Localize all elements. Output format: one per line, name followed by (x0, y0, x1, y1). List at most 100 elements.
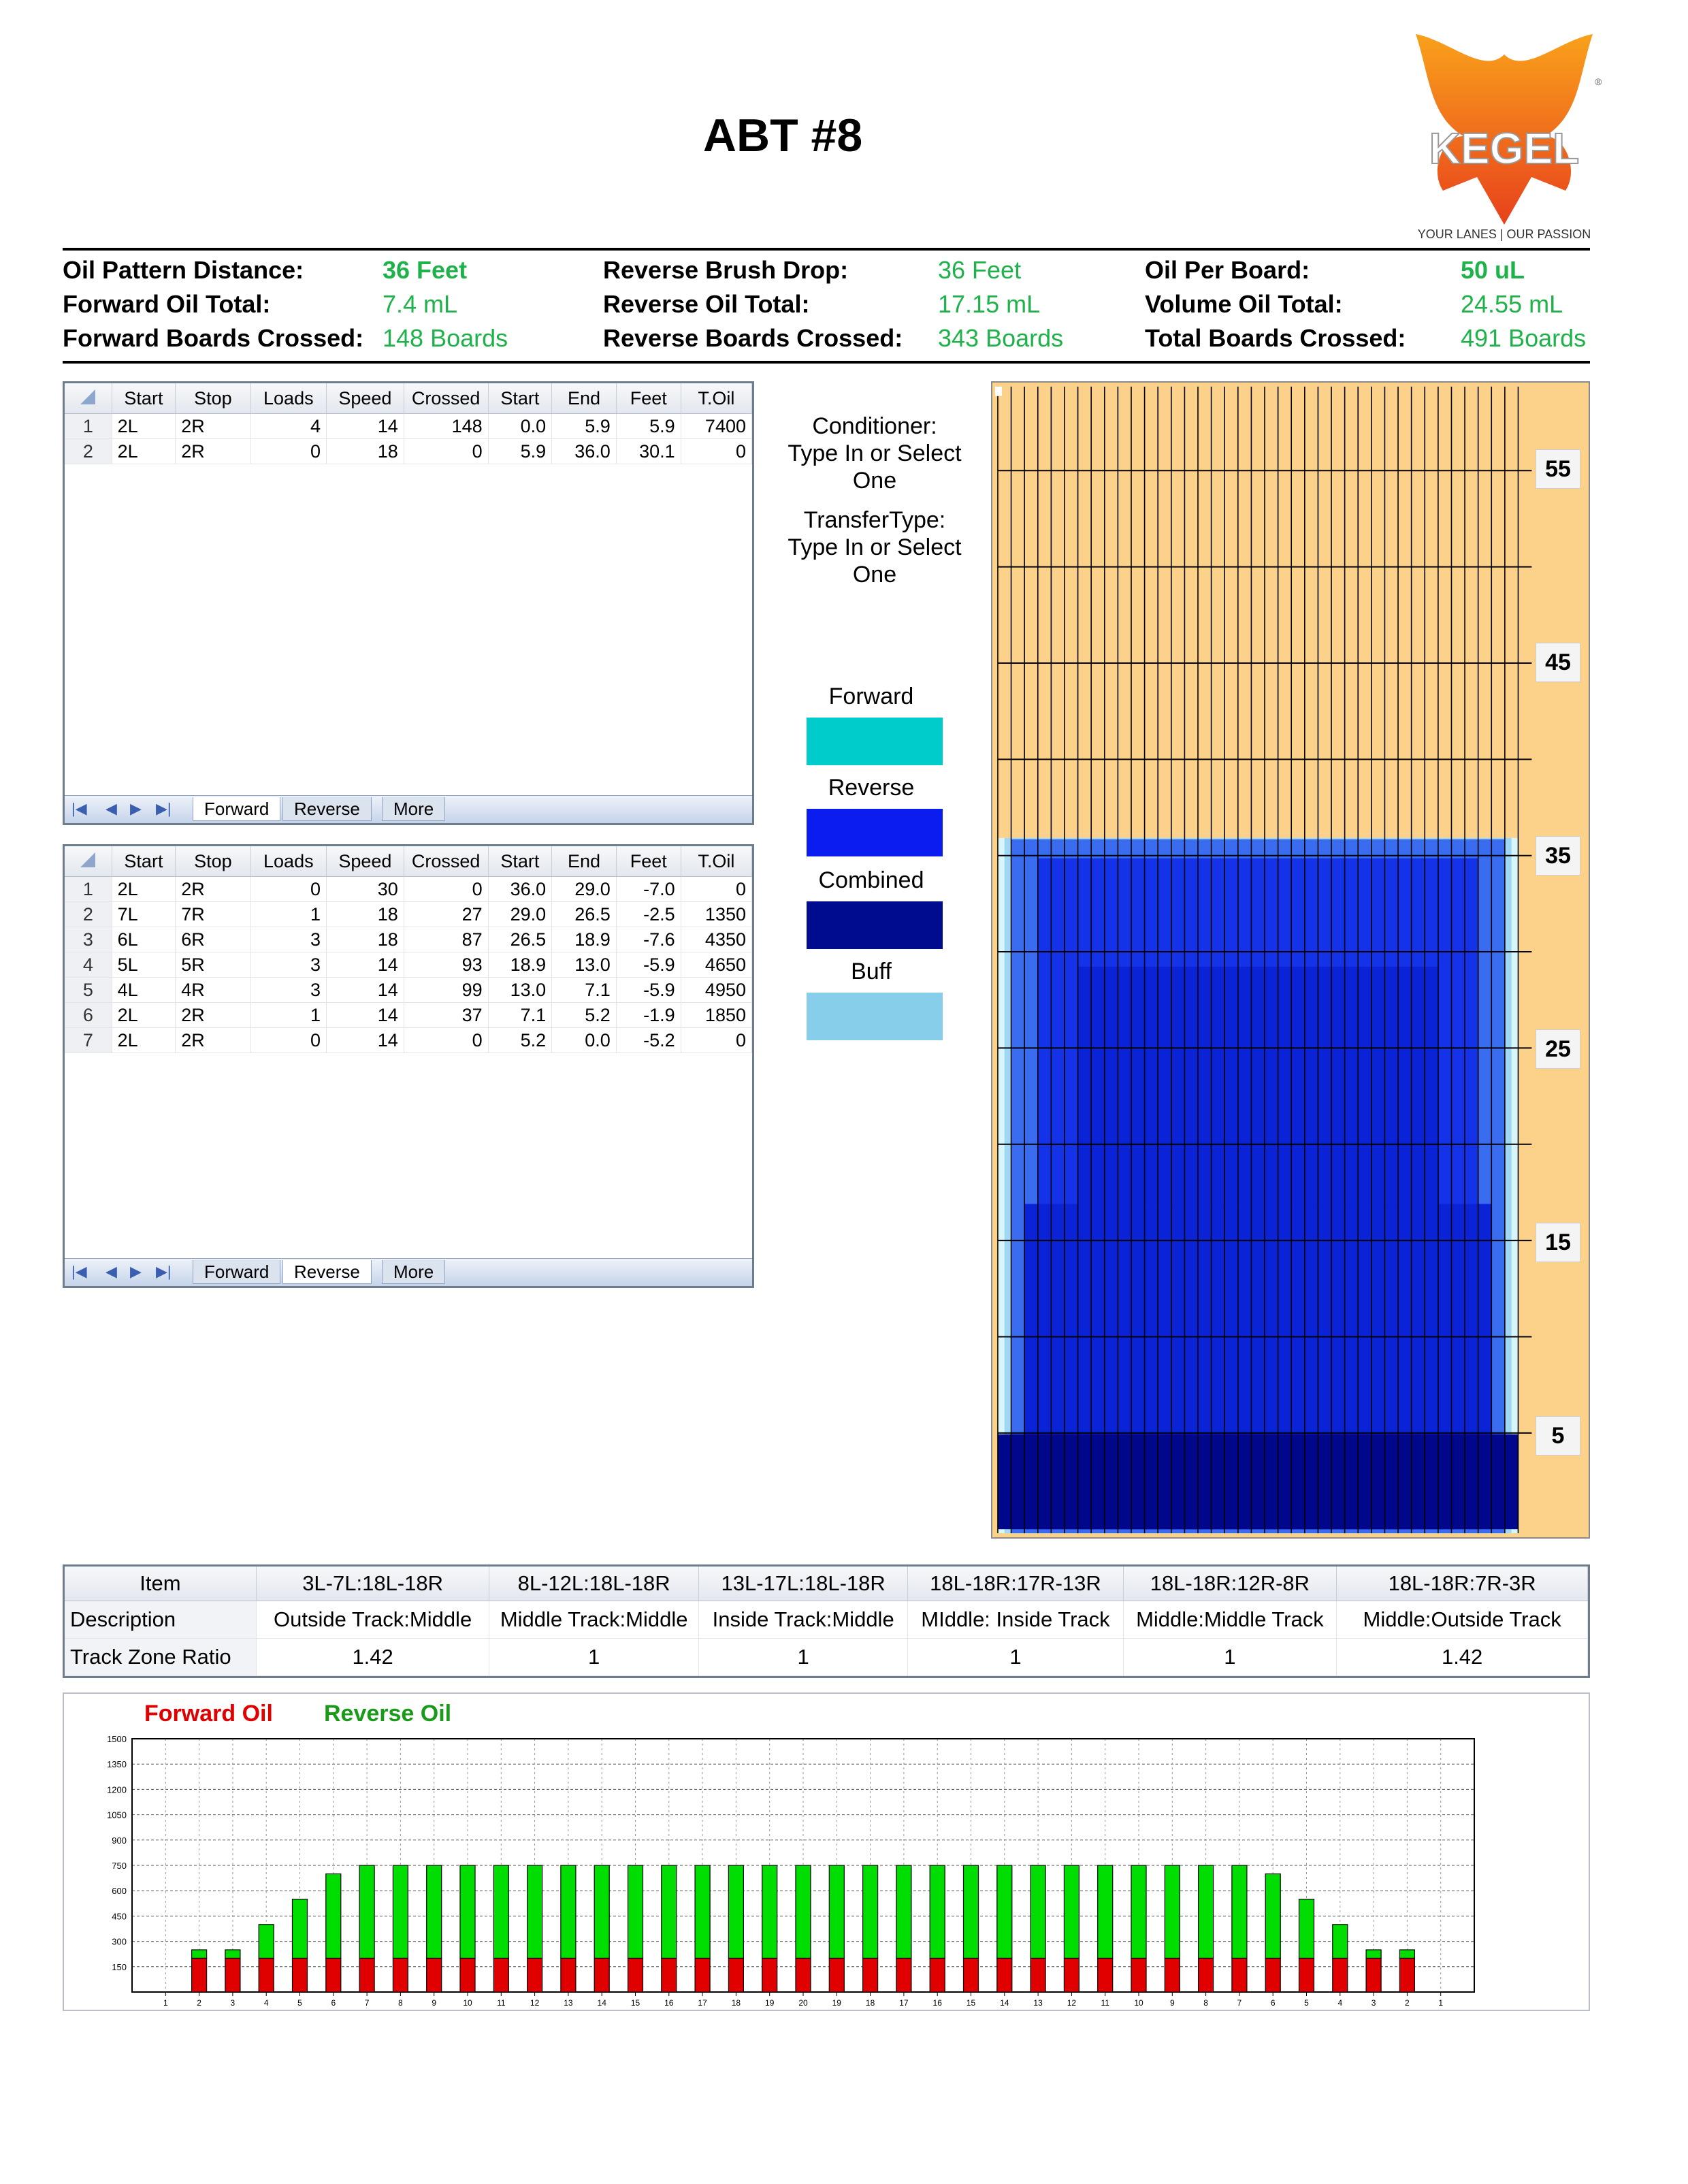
ratio-cell[interactable]: 1.42 (256, 1638, 490, 1676)
grid-column-header[interactable]: T.Oil (681, 846, 753, 877)
next-record-icon[interactable]: ▶ (130, 800, 142, 818)
grid-cell[interactable]: 0.0 (488, 413, 553, 439)
grid-cell[interactable]: 37 (404, 1002, 489, 1028)
ratio-column-header[interactable]: Item (65, 1567, 257, 1601)
grid-cell[interactable]: 14 (326, 977, 404, 1003)
grid-cell[interactable]: -5.9 (616, 977, 681, 1003)
grid-cell[interactable]: 2R (175, 1027, 251, 1053)
grid-cell[interactable]: 18 (326, 438, 404, 464)
grid-column-header[interactable]: Start (112, 383, 176, 414)
last-record-icon[interactable]: ▶| (156, 800, 172, 818)
grid-cell[interactable]: 5R (175, 952, 251, 978)
grid-column-header[interactable]: Feet (616, 383, 681, 414)
grid-cell[interactable]: 0 (404, 1027, 489, 1053)
grid-cell[interactable]: -5.9 (616, 952, 681, 978)
grid-cell[interactable]: -7.6 (616, 927, 681, 952)
grid-cell[interactable]: 6R (175, 927, 251, 952)
ratio-column-header[interactable]: 8L-12L:18L-18R (489, 1567, 699, 1601)
grid-column-header[interactable]: Start (488, 846, 553, 877)
ratio-cell[interactable]: 1.42 (1336, 1638, 1588, 1676)
ratio-cell[interactable]: 1 (698, 1638, 909, 1676)
grid-column-header[interactable]: Feet (616, 846, 681, 877)
grid-cell[interactable]: 26.5 (488, 927, 553, 952)
grid-cell[interactable]: 99 (404, 977, 489, 1003)
grid-cell[interactable]: 4650 (681, 952, 753, 978)
grid-cell[interactable]: 14 (326, 952, 404, 978)
grid-cell[interactable]: 7400 (681, 413, 753, 439)
transfer-type-field[interactable]: TransferType: Type In or Select One (773, 507, 977, 588)
grid-cell[interactable]: 5.9 (551, 413, 617, 439)
grid-row[interactable]: 3 6L 6R 3 18 87 26.5 18.9 -7.6 4350 (65, 927, 753, 952)
grid-cell[interactable]: 4 (250, 413, 327, 439)
grid-cell[interactable]: 148 (404, 413, 489, 439)
ratio-row-label[interactable]: Track Zone Ratio (65, 1638, 257, 1676)
grid-column-header[interactable]: Loads (250, 383, 327, 414)
forward-grid[interactable]: Start Stop Loads Speed Crossed Start End Feet T.… (63, 381, 754, 825)
grid-cell[interactable]: -1.9 (616, 1002, 681, 1028)
ratio-row[interactable]: Track Zone Ratio 1.42 1 1 1 1 1.42 (65, 1638, 1588, 1676)
grid-column-header[interactable]: End (551, 383, 617, 414)
first-record-icon[interactable]: |◀ (71, 800, 87, 818)
ratio-row-label[interactable]: Description (65, 1601, 257, 1639)
sheet-tab-reverse[interactable]: Reverse (282, 797, 372, 821)
grid-cell[interactable]: 18 (326, 927, 404, 952)
ratio-cell[interactable]: Middle:Outside Track (1336, 1601, 1588, 1639)
grid-cell[interactable]: 5.2 (551, 1002, 617, 1028)
grid-cell[interactable]: 13.0 (488, 977, 553, 1003)
grid-column-header[interactable]: Speed (326, 383, 404, 414)
grid-column-header[interactable]: Crossed (404, 846, 489, 877)
first-record-icon[interactable]: |◀ (71, 1263, 87, 1281)
grid-cell[interactable]: 7.1 (551, 977, 617, 1003)
grid-cell[interactable]: 0 (681, 876, 753, 902)
ratio-cell[interactable]: MIddle: Inside Track (907, 1601, 1124, 1639)
ratio-column-header[interactable]: 18L-18R:7R-3R (1336, 1567, 1588, 1601)
sheet-tab-more[interactable]: More (382, 1260, 446, 1284)
grid-cell[interactable]: 30 (326, 876, 404, 902)
grid-cell[interactable]: 2R (175, 876, 251, 902)
grid-column-header[interactable]: Speed (326, 846, 404, 877)
grid-cell[interactable]: 14 (326, 1027, 404, 1053)
grid-cell[interactable]: 36.0 (551, 438, 617, 464)
grid-cell[interactable]: 87 (404, 927, 489, 952)
grid-cell[interactable]: 30.1 (616, 438, 681, 464)
grid-cell[interactable]: 0 (250, 876, 327, 902)
grid-row[interactable]: 2 7L 7R 1 18 27 29.0 26.5 -2.5 1350 (65, 901, 753, 927)
grid-cell[interactable]: 2L (112, 1002, 176, 1028)
grid-cell[interactable]: 3 (250, 927, 327, 952)
grid-cell[interactable]: 13.0 (551, 952, 617, 978)
sheet-tab-forward[interactable]: Forward (193, 797, 281, 821)
grid-cell[interactable]: 27 (404, 901, 489, 927)
ratio-cell[interactable]: Middle Track:Middle (489, 1601, 699, 1639)
grid-cell[interactable]: 1850 (681, 1002, 753, 1028)
grid-cell[interactable]: 5.2 (488, 1027, 553, 1053)
track-zone-ratio-table[interactable]: Item 3L-7L:18L-18R 8L-12L:18L-18R 13L-17L:1… (63, 1564, 1590, 1678)
grid-cell[interactable]: 7L (112, 901, 176, 927)
grid-cell[interactable]: 0 (250, 1027, 327, 1053)
grid-row[interactable]: 6 2L 2R 1 14 37 7.1 5.2 -1.9 1850 (65, 1002, 753, 1028)
grid-row[interactable]: 7 2L 2R 0 14 0 5.2 0.0 -5.2 0 (65, 1027, 753, 1053)
grid-cell[interactable]: 0 (681, 1027, 753, 1053)
grid-corner[interactable] (65, 846, 112, 877)
ratio-cell[interactable]: 1 (489, 1638, 699, 1676)
prev-record-icon[interactable]: ◀ (106, 800, 117, 818)
grid-cell[interactable]: 3 (250, 977, 327, 1003)
ratio-cell[interactable]: Outside Track:Middle (256, 1601, 490, 1639)
grid-cell[interactable]: 93 (404, 952, 489, 978)
grid-cell[interactable]: 2L (112, 876, 176, 902)
grid-column-header[interactable]: Crossed (404, 383, 489, 414)
grid-cell[interactable]: 0 (404, 876, 489, 902)
grid-cell[interactable]: 1 (250, 1002, 327, 1028)
ratio-column-header[interactable]: 3L-7L:18L-18R (256, 1567, 490, 1601)
prev-record-icon[interactable]: ◀ (106, 1263, 117, 1281)
ratio-row[interactable]: Description Outside Track:Middle Middle Tr… (65, 1601, 1588, 1639)
grid-cell[interactable]: 6L (112, 927, 176, 952)
ratio-column-header[interactable]: 13L-17L:18L-18R (698, 1567, 909, 1601)
grid-cell[interactable]: 4950 (681, 977, 753, 1003)
sheet-tab-forward[interactable]: Forward (193, 1260, 281, 1284)
grid-cell[interactable]: 36.0 (488, 876, 553, 902)
reverse-grid[interactable]: Start Stop Loads Speed Crossed Start End Feet T.… (63, 844, 754, 1288)
grid-cell[interactable]: 0.0 (551, 1027, 617, 1053)
grid-cell[interactable]: 5.9 (488, 438, 553, 464)
grid-cell[interactable]: 2R (175, 1002, 251, 1028)
grid-cell[interactable]: 2R (175, 438, 251, 464)
